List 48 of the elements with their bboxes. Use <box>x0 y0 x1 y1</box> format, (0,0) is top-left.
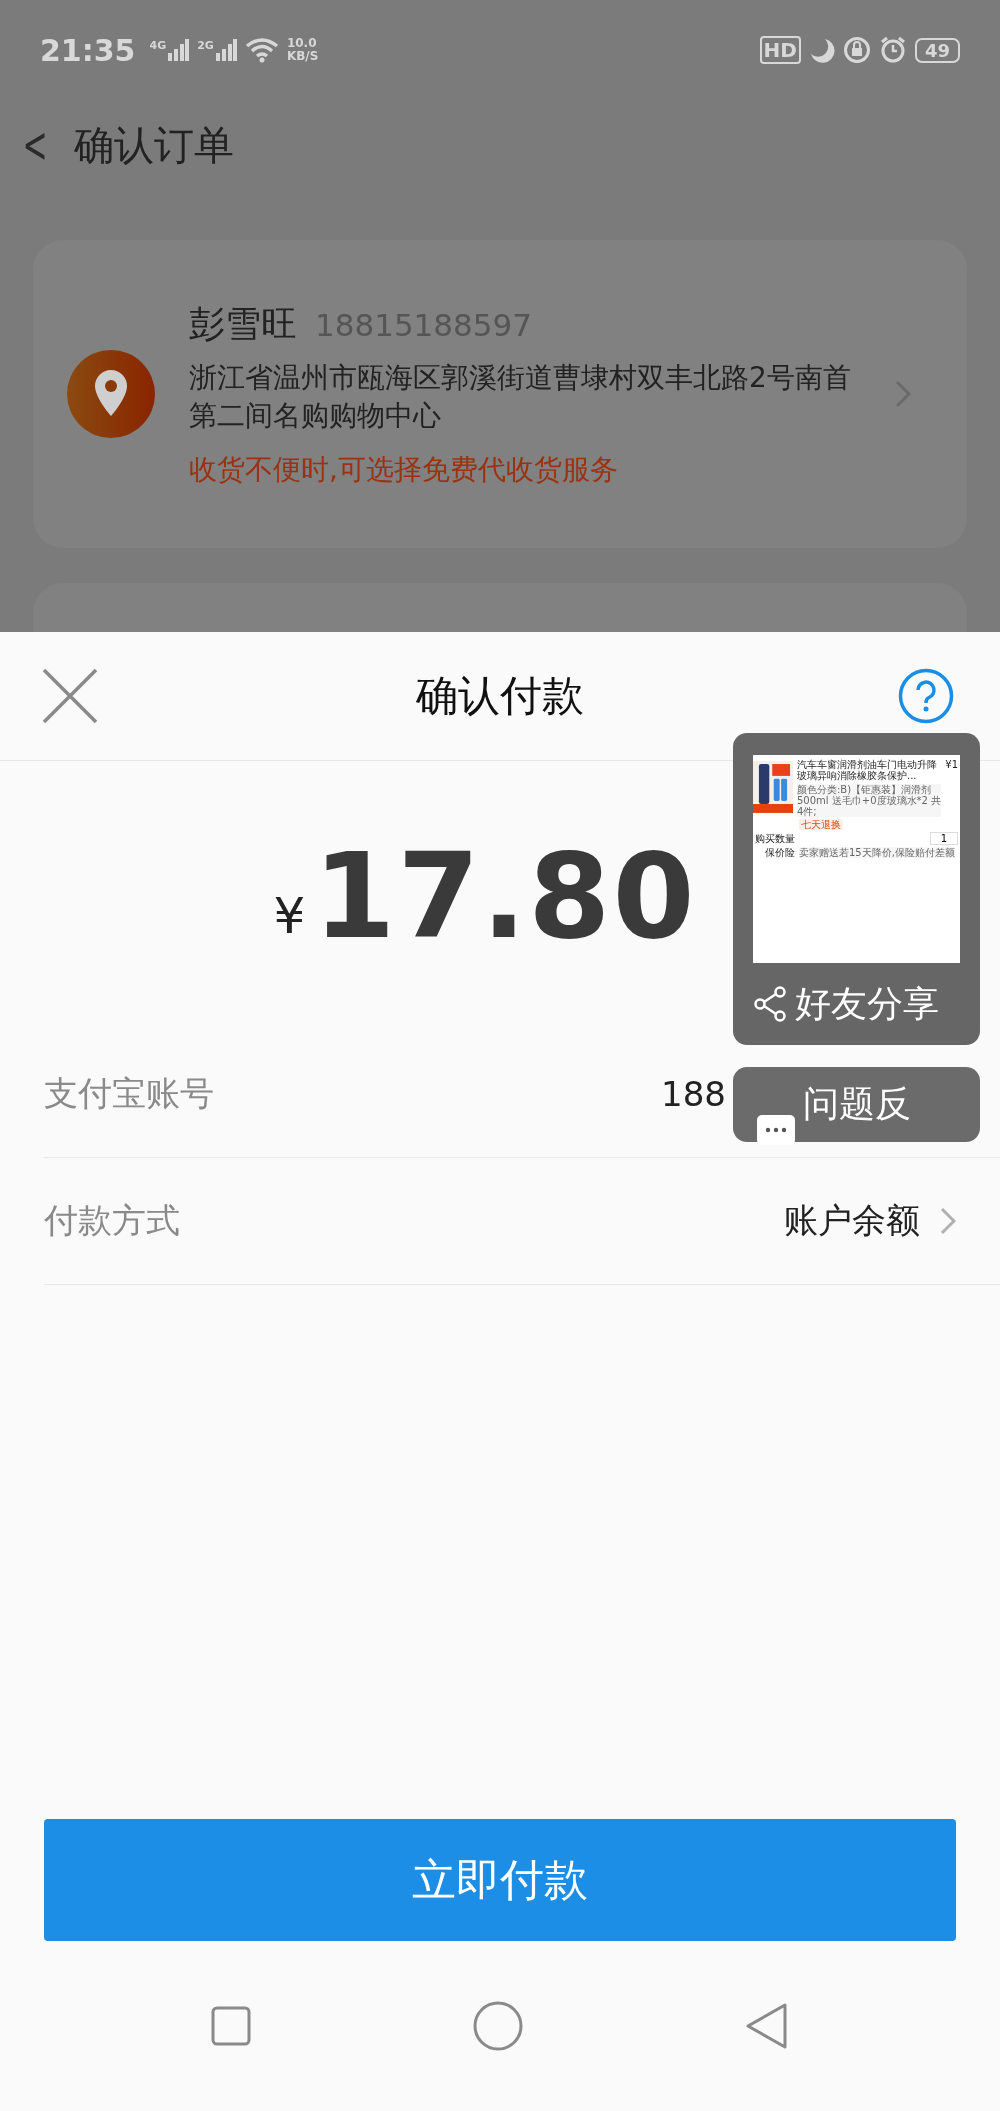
insurance-label: 保价险 <box>764 847 795 858</box>
close-button[interactable] <box>42 668 98 724</box>
alarm-icon <box>878 36 907 64</box>
network-speed: 10.0 <box>286 37 318 50</box>
network-type: 2G <box>197 39 214 52</box>
battery-indicator: 49 <box>914 37 960 63</box>
currency-symbol: ¥ <box>273 887 306 945</box>
quantity-label: 购买数量 <box>754 833 795 844</box>
row-label: 付款方式 <box>44 1199 180 1242</box>
page-title: 确认订单 <box>73 120 234 170</box>
quantity-stepper: 1 <box>929 832 958 845</box>
delivery-notice: 收货不便时,可选择免费代收货服务 <box>189 451 619 488</box>
share-icon <box>753 986 787 1022</box>
help-icon[interactable] <box>898 668 954 724</box>
shipping-address: 浙江省温州市瓯海区郭溪街道曹埭村双丰北路2号南首第二间名购购物中心 <box>189 359 852 434</box>
share-panel[interactable]: 汽车车窗润滑剂油车门电动升降玻璃异响消除橡胶条保护... 颜色分类:B)【钜惠装】润滑剂500ml 送毛巾+0度玻璃水*2 共4件; ¥1 七天退换 购买数量 1 保价险 卖家赠送若15天降价,保险赔付差额 好友分享 <box>733 733 980 1045</box>
share-label: 好友分享 <box>795 981 939 1026</box>
recent-apps-icon[interactable] <box>211 2006 251 2046</box>
pay-now-button[interactable]: 立即付款 <box>44 1819 956 1941</box>
recipient-name: 彭雪旺 <box>189 301 297 346</box>
network-type: 4G <box>149 39 167 52</box>
signal-icon <box>214 39 237 61</box>
product-price: ¥1 <box>945 759 958 772</box>
payment-amount: 17.80 <box>313 827 697 965</box>
product-sku: 颜色分类:B)【钜惠装】润滑剂500ml 送毛巾+0度玻璃水*2 共4件; <box>797 784 942 817</box>
back-icon[interactable] <box>745 2002 789 2050</box>
sheet-title: 确认付款 <box>416 670 584 722</box>
moon-icon <box>808 37 835 63</box>
row-value: 188 <box>661 1074 726 1114</box>
back-button[interactable]: < <box>20 116 50 174</box>
location-pin-icon <box>67 350 155 438</box>
more-icon[interactable] <box>757 1115 795 1145</box>
lock-rotation-icon <box>842 36 871 64</box>
signal-icon <box>167 39 190 61</box>
return-tag: 七天退换 <box>799 819 843 830</box>
hd-call-indicator: HD <box>759 36 801 64</box>
row-value: 账户余额 <box>784 1199 920 1242</box>
product-thumbnail <box>753 759 793 815</box>
insurance-text: 卖家赠送若15天降价,保险赔付差额 <box>799 847 955 858</box>
clock: 21:35 <box>40 32 136 68</box>
feedback-button[interactable]: 问题反 <box>733 1067 980 1142</box>
speed-unit: KB/S <box>286 50 319 63</box>
row-label: 支付宝账号 <box>44 1072 214 1115</box>
feedback-label: 问题反 <box>803 1082 911 1126</box>
home-icon[interactable] <box>473 2001 523 2051</box>
wifi-icon <box>244 37 279 63</box>
product-title: 汽车车窗润滑剂油车门电动升降玻璃异响消除橡胶条保护... <box>797 759 938 781</box>
chevron-right-icon[interactable] <box>940 1207 956 1235</box>
